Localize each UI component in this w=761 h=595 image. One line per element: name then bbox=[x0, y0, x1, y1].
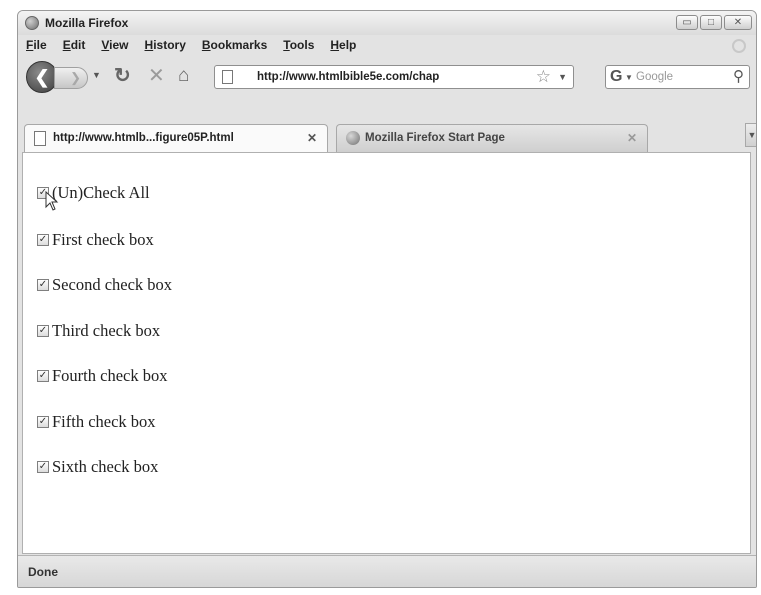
checkbox-row-fourth[interactable]: ✓ Fourth check box bbox=[37, 366, 167, 386]
checkbox-label: Sixth check box bbox=[52, 457, 159, 476]
page-content: ✓ (Un)Check All ✓ First check box ✓ Seco… bbox=[22, 152, 751, 554]
close-button[interactable]: ✕ bbox=[724, 15, 752, 30]
home-icon[interactable]: ⌂ bbox=[178, 66, 189, 86]
mouse-cursor-icon bbox=[45, 191, 59, 211]
checkbox-row-fifth[interactable]: ✓ Fifth check box bbox=[37, 412, 156, 432]
url-input[interactable]: http://www.htmlbible5e.com/chap bbox=[257, 71, 479, 83]
url-dropdown-icon[interactable]: ▼ bbox=[558, 72, 567, 82]
checkbox-label: First check box bbox=[52, 230, 154, 249]
checkbox-label: Second check box bbox=[52, 275, 173, 294]
close-tab-icon[interactable]: ✕ bbox=[307, 131, 317, 145]
navigation-toolbar: ❮ ❯ ▼ ↻ ✕ ⌂ http://www.htmlbible5e.com/c… bbox=[18, 55, 756, 95]
menu-history[interactable]: History bbox=[145, 38, 186, 52]
tab-start-page[interactable]: Mozilla Firefox Start Page ✕ bbox=[336, 124, 648, 152]
url-bar[interactable]: http://www.htmlbible5e.com/chap ☆ ▼ bbox=[214, 65, 574, 89]
search-engine-dropdown-icon[interactable]: ▼ bbox=[625, 73, 633, 82]
minimize-button[interactable]: ▭ bbox=[676, 15, 698, 30]
search-input[interactable]: Google bbox=[636, 71, 673, 83]
tab-figure05p[interactable]: http://www.htmlb...figure05P.html ✕ bbox=[24, 124, 328, 153]
menu-edit[interactable]: Edit bbox=[63, 38, 86, 52]
forward-button[interactable]: ❯ bbox=[54, 67, 88, 89]
checkbox-label: Third check box bbox=[52, 321, 161, 340]
menu-bar: File Edit View History Bookmarks Tools H… bbox=[18, 35, 756, 55]
sixth-checkbox[interactable]: ✓ bbox=[37, 461, 49, 473]
status-bar: Done bbox=[18, 555, 756, 587]
checkbox-label: Fifth check box bbox=[52, 412, 156, 431]
checkbox-row-sixth[interactable]: ✓ Sixth check box bbox=[37, 457, 158, 477]
second-checkbox[interactable]: ✓ bbox=[37, 279, 49, 291]
search-icon[interactable]: ⚲ bbox=[733, 68, 744, 86]
tab-label: Mozilla Firefox Start Page bbox=[365, 132, 505, 144]
firefox-icon bbox=[25, 16, 39, 30]
menu-view[interactable]: View bbox=[101, 38, 128, 52]
checkbox-label: Fourth check box bbox=[52, 366, 168, 385]
history-dropdown-icon[interactable]: ▼ bbox=[92, 70, 101, 80]
third-checkbox[interactable]: ✓ bbox=[37, 325, 49, 337]
checkbox-label: (Un)Check All bbox=[52, 183, 150, 202]
search-bar[interactable]: G ▼ Google ⚲ bbox=[605, 65, 750, 89]
checkbox-row-second[interactable]: ✓ Second check box bbox=[37, 275, 172, 295]
tab-bar: http://www.htmlb...figure05P.html ✕ Mozi… bbox=[18, 119, 756, 153]
menu-file[interactable]: File bbox=[26, 38, 47, 52]
browser-window: Mozilla Firefox ▭ □ ✕ File Edit View His… bbox=[17, 10, 757, 588]
fifth-checkbox[interactable]: ✓ bbox=[37, 416, 49, 428]
page-icon bbox=[34, 131, 46, 146]
checkbox-row-third[interactable]: ✓ Third check box bbox=[37, 321, 160, 341]
page-icon bbox=[222, 70, 233, 84]
status-text: Done bbox=[28, 565, 58, 579]
maximize-button[interactable]: □ bbox=[700, 15, 722, 30]
close-tab-icon[interactable]: ✕ bbox=[627, 131, 637, 145]
firefox-icon bbox=[346, 131, 360, 145]
menu-help[interactable]: Help bbox=[330, 38, 356, 52]
window-controls: ▭ □ ✕ bbox=[676, 15, 752, 30]
tab-list-button[interactable]: ▼ bbox=[745, 123, 756, 147]
stop-icon[interactable]: ✕ bbox=[148, 66, 165, 86]
title-bar: Mozilla Firefox ▭ □ ✕ bbox=[18, 11, 756, 35]
search-engine-icon[interactable]: G bbox=[610, 68, 622, 86]
window-title: Mozilla Firefox bbox=[45, 16, 129, 30]
fourth-checkbox[interactable]: ✓ bbox=[37, 370, 49, 382]
first-checkbox[interactable]: ✓ bbox=[37, 234, 49, 246]
menu-bookmarks[interactable]: Bookmarks bbox=[202, 38, 267, 52]
menu-tools[interactable]: Tools bbox=[283, 38, 314, 52]
reload-icon[interactable]: ↻ bbox=[114, 66, 131, 86]
checkbox-row-first[interactable]: ✓ First check box bbox=[37, 230, 154, 250]
bookmark-star-icon[interactable]: ☆ bbox=[536, 67, 551, 87]
throbber-icon bbox=[732, 39, 746, 53]
tab-label: http://www.htmlb...figure05P.html bbox=[53, 132, 234, 144]
